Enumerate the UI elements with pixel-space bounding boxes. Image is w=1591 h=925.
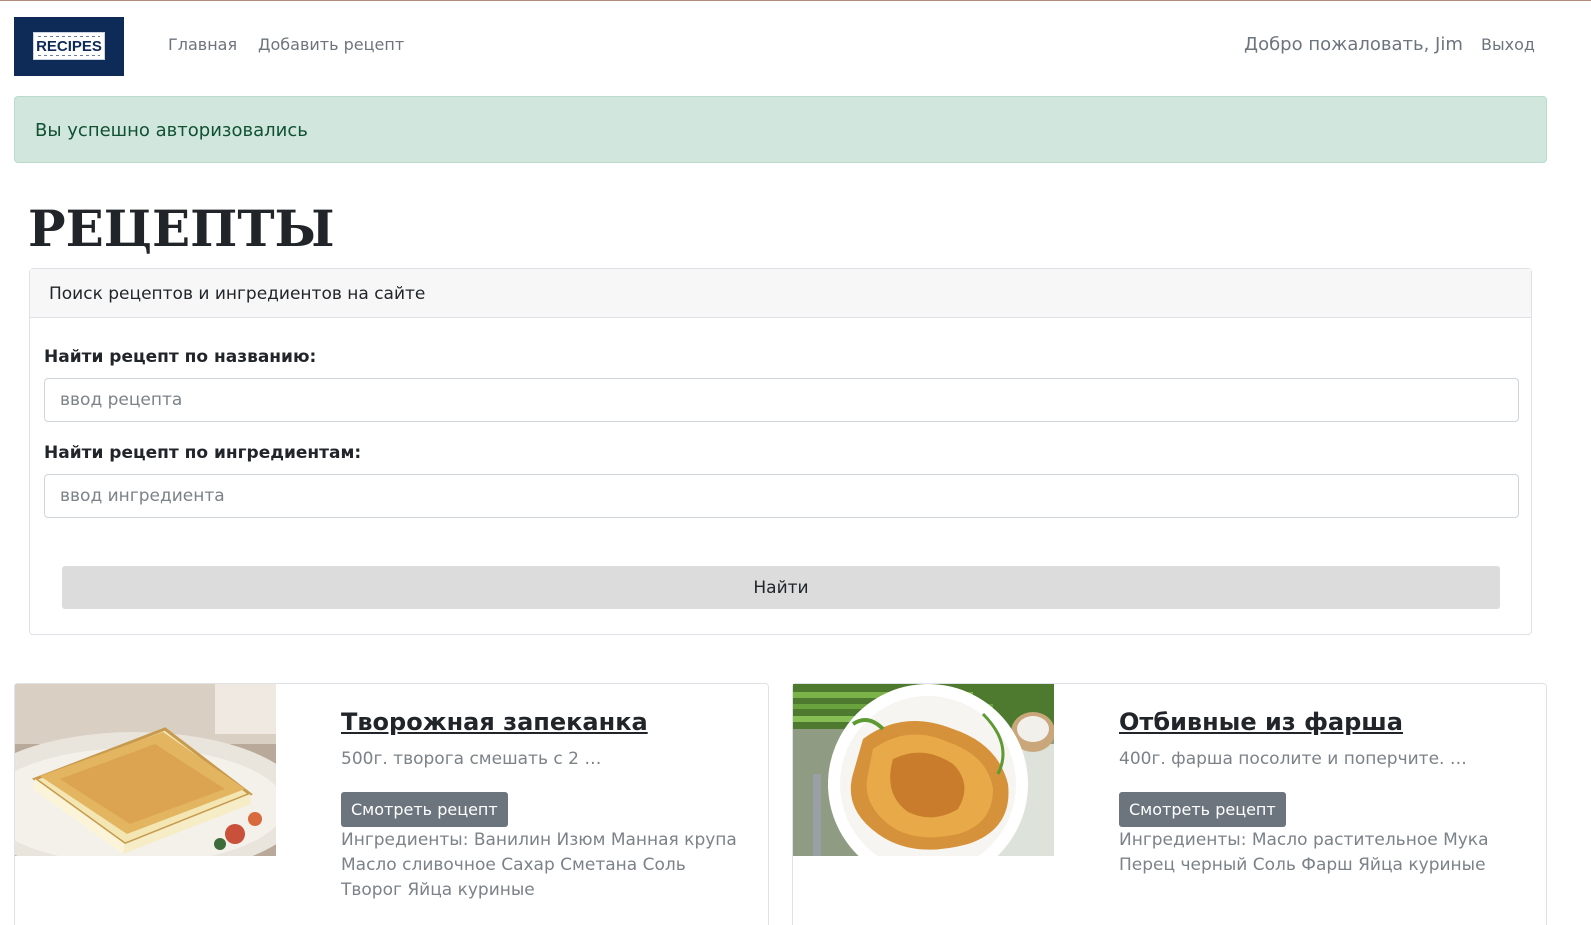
nav-link-home[interactable]: Главная bbox=[168, 35, 237, 54]
view-recipe-button[interactable]: Смотреть рецепт bbox=[1119, 792, 1286, 827]
logout-link[interactable]: Выход bbox=[1481, 35, 1535, 54]
search-card-title: Поиск рецептов и ингредиентов на сайте bbox=[49, 284, 426, 304]
recipe-card: Отбивные из фарша 400г. фарша посолите и… bbox=[792, 683, 1547, 925]
recipe-title[interactable]: Отбивные из фарша bbox=[1119, 708, 1403, 736]
ingredients-input[interactable] bbox=[44, 474, 1519, 518]
recipe-image-casserole[interactable] bbox=[15, 684, 276, 856]
site-logo[interactable]: RECIPES bbox=[14, 17, 124, 76]
navbar: RECIPES Главная Добавить рецепт Добро по… bbox=[0, 1, 1591, 91]
casserole-photo bbox=[15, 684, 276, 856]
welcome-text: Добро пожаловать, Jim bbox=[1244, 34, 1463, 55]
logo-badge: RECIPES bbox=[33, 32, 105, 60]
search-button[interactable]: Найти bbox=[62, 566, 1500, 609]
search-card-header: Поиск рецептов и ингредиентов на сайте bbox=[30, 269, 1531, 318]
logo-text: RECIPES bbox=[36, 37, 102, 55]
success-alert: Вы успешно авторизовались bbox=[14, 96, 1547, 163]
recipe-description: 400г. фарша посолите и поперчите. … bbox=[1119, 749, 1467, 769]
page-title: РЕЦЕПТЫ bbox=[28, 199, 335, 258]
search-card: Поиск рецептов и ингредиентов на сайте Н… bbox=[29, 268, 1532, 635]
recipe-name-input[interactable] bbox=[44, 378, 1519, 422]
recipe-ingredients: Ингредиенты: Ванилин Изюм Манная крупа М… bbox=[341, 830, 737, 900]
nav-link-add-recipe[interactable]: Добавить рецепт bbox=[258, 35, 404, 54]
recipe-card: Творожная запеканка 500г. творога смешат… bbox=[14, 683, 769, 925]
ingredients-label: Найти рецепт по ингредиентам: bbox=[44, 443, 362, 463]
recipe-name-label: Найти рецепт по названию: bbox=[44, 347, 317, 367]
view-recipe-button[interactable]: Смотреть рецепт bbox=[341, 792, 508, 827]
alert-text: Вы успешно авторизовались bbox=[35, 120, 308, 141]
recipe-title[interactable]: Творожная запеканка bbox=[341, 708, 648, 736]
recipe-ingredients: Ингредиенты: Масло растительное Мука Пер… bbox=[1119, 830, 1489, 875]
cutlets-photo bbox=[793, 684, 1054, 856]
recipe-image-cutlets[interactable] bbox=[793, 684, 1054, 856]
recipe-description: 500г. творога смешать с 2 … bbox=[341, 749, 602, 769]
